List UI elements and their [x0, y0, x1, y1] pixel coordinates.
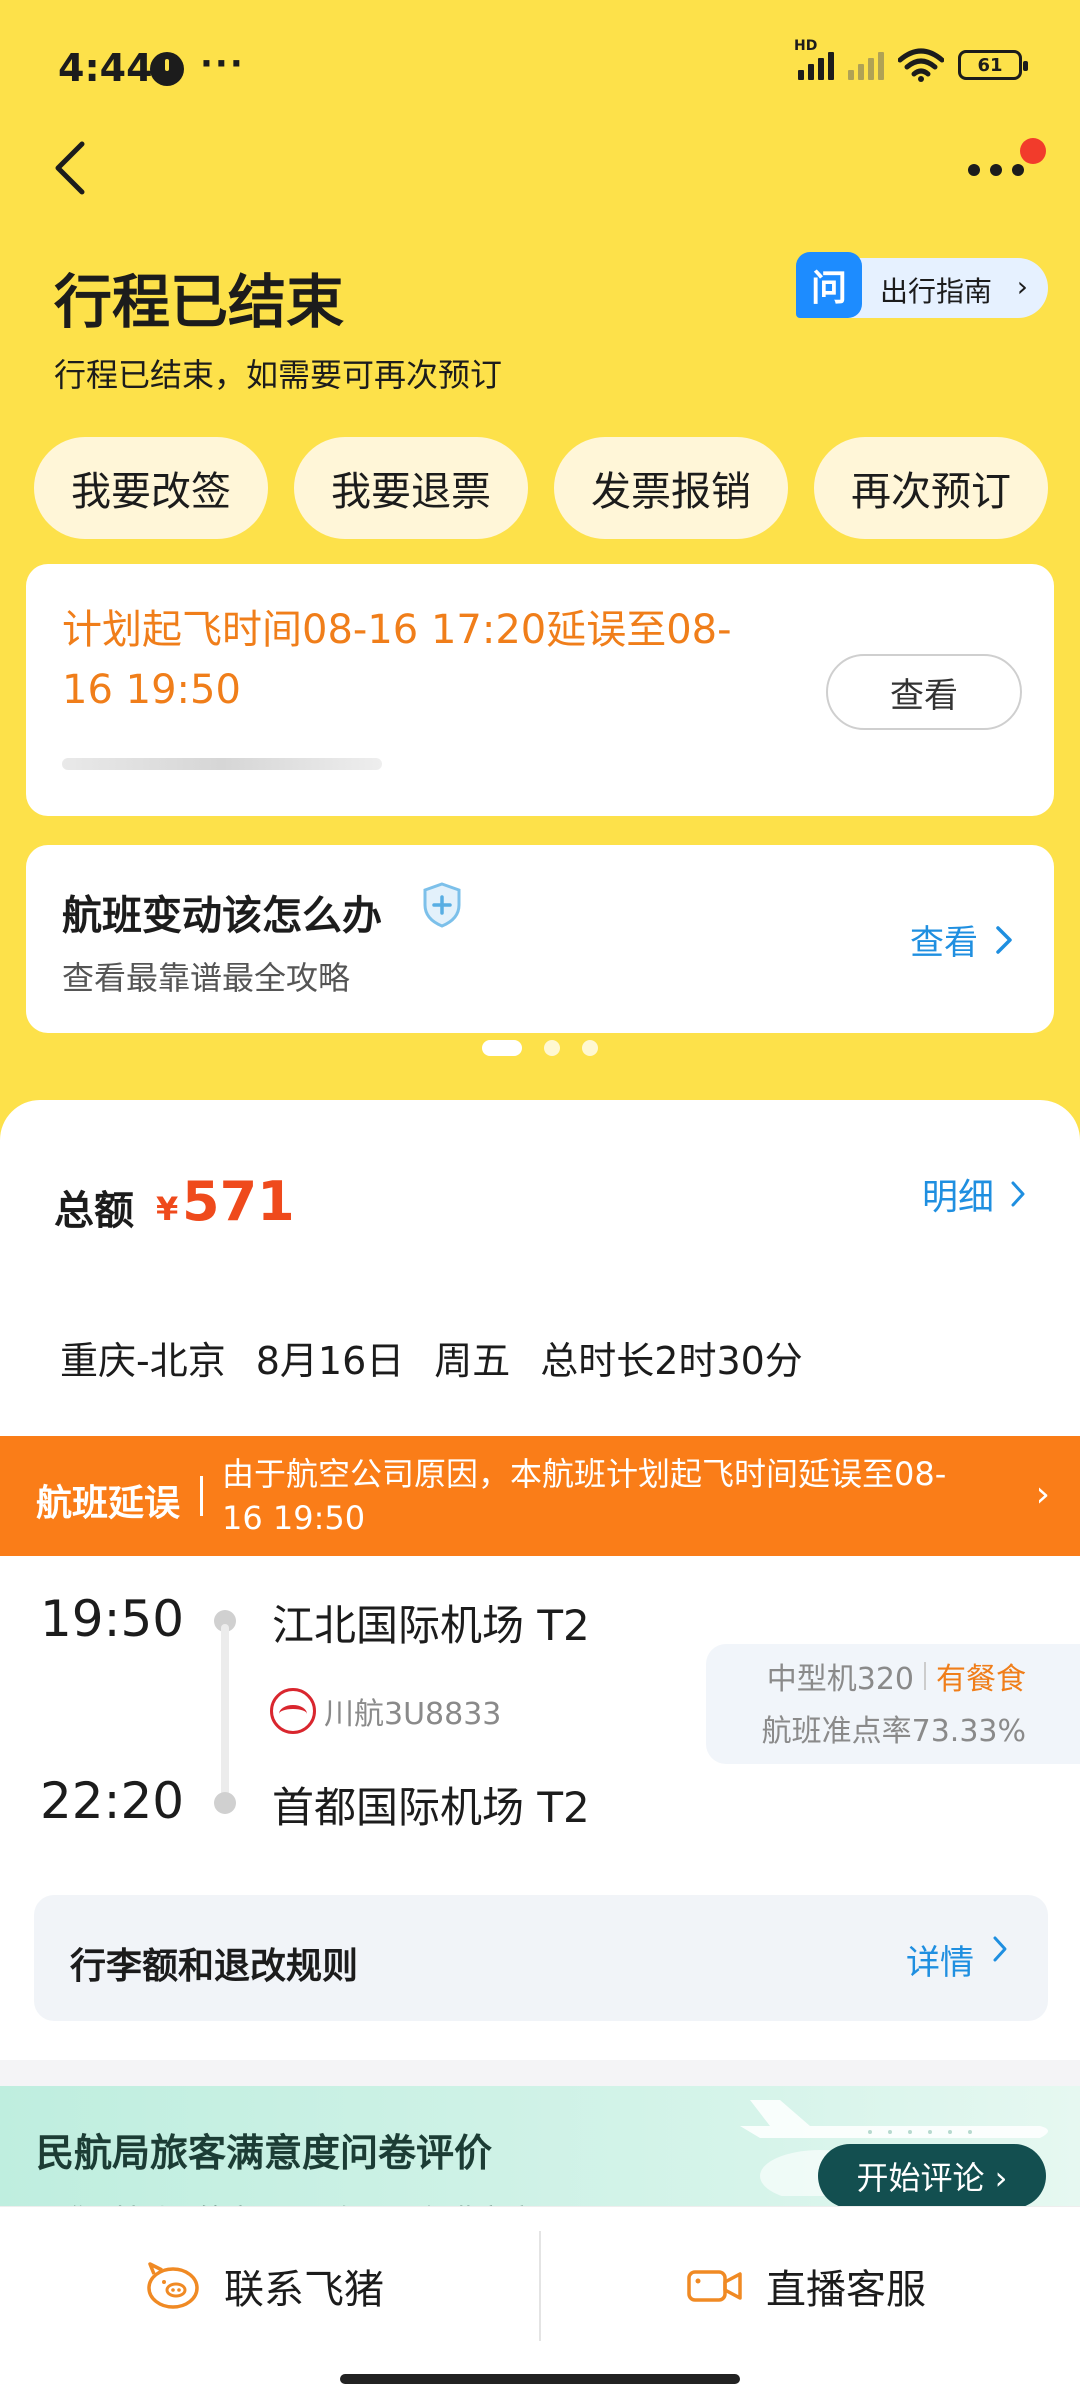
- arrival-time: 22:20: [40, 1772, 185, 1830]
- departure-time: 19:50: [40, 1590, 185, 1648]
- carousel-dot: [544, 1040, 560, 1056]
- notification-dot: [1020, 138, 1046, 164]
- trip-summary: 重庆-北京 8月16日 周五 总时长2时30分: [60, 1330, 803, 1385]
- delay-message: 由于航空公司原因，本航班计划起飞时间延误至08-16 19:50: [222, 1455, 947, 1537]
- shield-plus-icon: [423, 882, 461, 928]
- total-label: 总额: [54, 1188, 134, 1234]
- travel-guide-button[interactable]: 问 出行指南 ›: [796, 252, 1048, 318]
- price-detail-label: 明细: [921, 1177, 994, 1218]
- status-icons: HD 61: [794, 38, 1028, 82]
- travel-guide-label: 出行指南: [880, 275, 993, 308]
- chevron-right-icon: ›: [1035, 1474, 1050, 1515]
- battery-icon: 61: [958, 50, 1028, 80]
- signal-icon: HD: [794, 38, 834, 80]
- pig-face-icon: [147, 2262, 199, 2309]
- delay-divider: [200, 1476, 203, 1516]
- live-support-label: 直播客服: [766, 2267, 926, 2313]
- survey-banner[interactable]: 民航局旅客满意度问卷评价 是您对机场/航空公司/购票平台满意度调研 开始评论 ›: [0, 2086, 1080, 2206]
- carousel-indicator: [482, 1040, 598, 1056]
- ontime-rate: 航班准点率73.33%: [761, 1714, 1026, 1749]
- arrival-dot: [214, 1792, 236, 1814]
- trip-weekday: 周五: [434, 1339, 511, 1383]
- departure-airport: 江北国际机场 T2: [272, 1601, 590, 1650]
- chevron-right-icon: ›: [1016, 270, 1028, 303]
- status-time: 4:44: [58, 46, 153, 90]
- route: 重庆-北京: [60, 1339, 226, 1383]
- divider: [539, 2231, 541, 2341]
- bottom-action-bar: 联系飞猪 直播客服: [0, 2206, 1080, 2400]
- more-options-button[interactable]: [968, 138, 1046, 188]
- flight-change-subtitle: 查看最靠谱最全攻略: [62, 959, 351, 997]
- divider: [924, 1662, 926, 1690]
- rules-detail-label: 详情: [906, 1943, 974, 1983]
- arrival-airport: 首都国际机场 T2: [272, 1783, 590, 1832]
- delay-tag: 航班延误: [36, 1483, 181, 1524]
- flight-delay-banner[interactable]: 航班延误 由于航空公司原因，本航班计划起飞时间延误至08-16 19:50 ›: [0, 1436, 1080, 1556]
- flight-info-panel: 中型机320 有餐食 航班准点率73.33%: [706, 1644, 1080, 1764]
- flight-change-view-link[interactable]: 查看: [910, 915, 1014, 964]
- wifi-icon: [898, 48, 944, 82]
- page-title: 行程已结束: [54, 268, 345, 336]
- home-indicator[interactable]: [340, 2374, 740, 2384]
- carousel-dot-active: [482, 1040, 522, 1056]
- contact-fliggy-label: 联系飞猪: [224, 2267, 384, 2313]
- airline-info: 川航3U8833: [270, 1688, 501, 1734]
- flight-change-card[interactable]: 航班变动该怎么办 查看最靠谱最全攻略 查看: [26, 845, 1054, 1033]
- change-ticket-button[interactable]: 我要改签: [34, 437, 268, 539]
- action-buttons: 我要改签 我要退票 发票报销 再次预订: [34, 437, 1048, 539]
- network-label: HD: [794, 38, 818, 54]
- refund-ticket-button[interactable]: 我要退票: [294, 437, 528, 539]
- airline-logo-icon: [270, 1688, 316, 1734]
- clock-icon: [150, 52, 184, 86]
- status-overflow: ···: [200, 44, 245, 84]
- book-again-button[interactable]: 再次预订: [814, 437, 1048, 539]
- survey-subtitle: 是您对机场/航空公司/购票平台满意度调研: [36, 2196, 596, 2206]
- chevron-right-icon: [993, 1936, 1007, 1962]
- live-support-button[interactable]: 直播客服: [686, 2257, 926, 2315]
- meal-info: 有餐食: [936, 1662, 1026, 1697]
- price-detail-link[interactable]: 明细: [922, 1168, 1026, 1220]
- trip-duration: 总时长2时30分: [540, 1339, 803, 1383]
- back-arrow-icon[interactable]: [48, 138, 96, 198]
- aircraft-info: 中型机320 有餐食: [767, 1654, 1026, 1698]
- rules-detail-link[interactable]: 详情: [906, 1935, 1008, 1984]
- page-subtitle: 行程已结束，如需要可再次预订: [54, 356, 503, 394]
- total-amount: 571: [182, 1170, 295, 1233]
- flight-number: 川航3U8833: [324, 1697, 502, 1732]
- baggage-rules-row[interactable]: 行李额和退改规则 详情: [34, 1895, 1048, 2021]
- delay-notice-card: 计划起飞时间08-16 17:20延误至08-16 19:50 查看: [26, 564, 1054, 816]
- chevron-right-icon: [996, 925, 1012, 954]
- flight-change-view-label: 查看: [910, 923, 978, 963]
- start-review-button[interactable]: 开始评论 ›: [818, 2144, 1046, 2206]
- invoice-button[interactable]: 发票报销: [554, 437, 788, 539]
- flight-change-title: 航班变动该怎么办: [62, 893, 382, 939]
- survey-title: 民航局旅客满意度问卷评价: [36, 2131, 493, 2175]
- trip-date: 8月16日: [255, 1339, 405, 1383]
- delay-notice-text: 计划起飞时间08-16 17:20延误至08-16 19:50: [62, 607, 732, 713]
- status-bar: 4:44 ··· HD 61: [0, 0, 1080, 130]
- carousel-dot: [582, 1040, 598, 1056]
- chevron-right-icon: [1011, 1181, 1025, 1207]
- baggage-rules-label: 行李额和退改规则: [70, 1946, 359, 1987]
- blurred-content: [62, 758, 382, 770]
- delay-view-button[interactable]: 查看: [826, 654, 1022, 730]
- contact-fliggy-button[interactable]: 联系飞猪: [144, 2257, 384, 2315]
- battery-level: 61: [977, 54, 1003, 76]
- question-icon: 问: [796, 252, 862, 318]
- currency-symbol: ¥: [156, 1190, 179, 1228]
- aircraft-type: 中型机320: [766, 1662, 914, 1697]
- timeline-line: [221, 1624, 229, 1796]
- video-camera-icon: [687, 2270, 742, 2302]
- flight-segment: 19:50 江北国际机场 T2 川航3U8833 中型机320 有餐食 航班准点…: [0, 1560, 1080, 1860]
- signal-empty-icon: [848, 50, 884, 80]
